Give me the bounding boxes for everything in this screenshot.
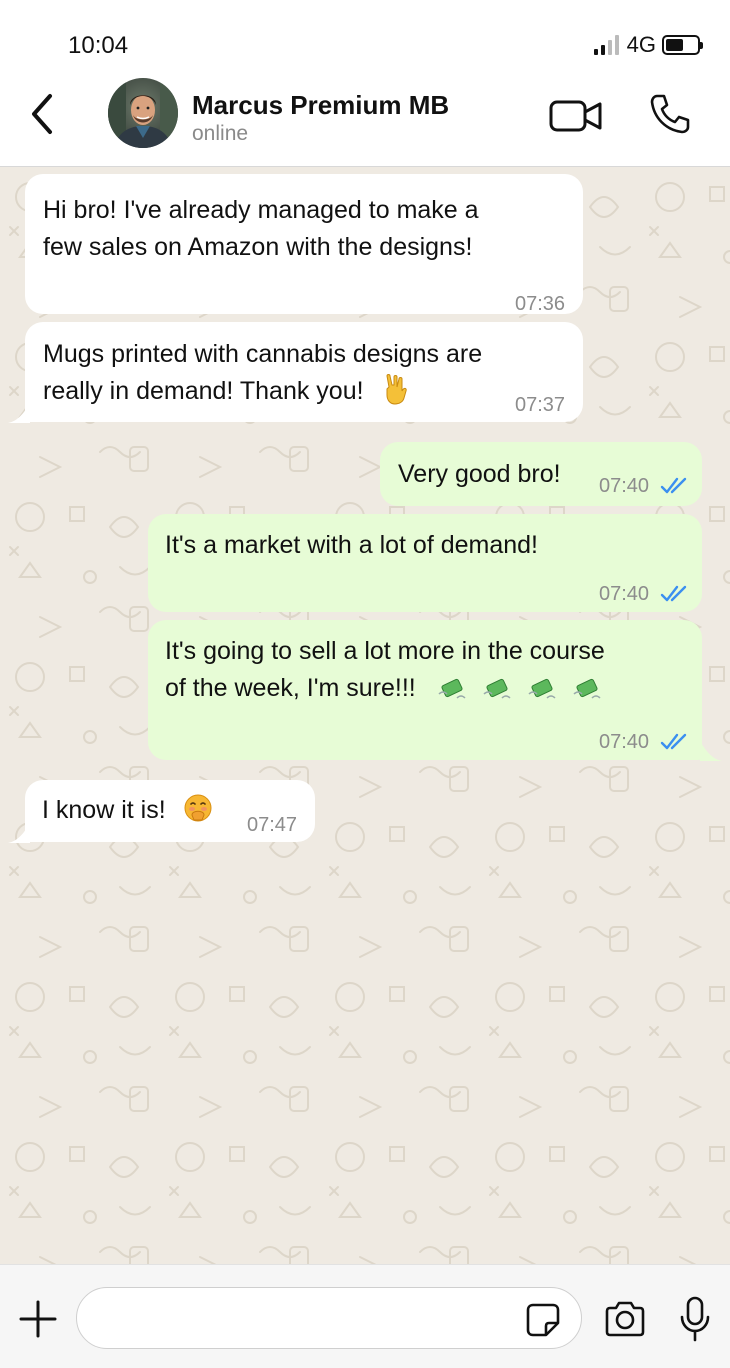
avatar[interactable] xyxy=(108,78,178,148)
message-time: 07:40 xyxy=(599,475,650,497)
status-indicators: 4G xyxy=(593,32,703,58)
money-with-wings-icon xyxy=(528,679,556,699)
message-text: Mugs printed with cannabis designs are r… xyxy=(43,340,483,405)
money-with-wings-icon xyxy=(573,679,601,699)
message-time: 07:40 xyxy=(599,583,650,605)
chat-header: Marcus Premium MB online xyxy=(0,72,730,167)
incoming-message[interactable]: I know it is! 07:47 xyxy=(25,780,315,842)
chat-area[interactable]: Hi bro! I've already managed to make a f… xyxy=(0,167,730,1264)
battery-icon xyxy=(662,35,703,55)
input-bar xyxy=(0,1264,730,1368)
sticker-icon[interactable] xyxy=(525,1302,561,1338)
signal-icon xyxy=(593,35,619,55)
video-camera-icon[interactable] xyxy=(548,96,604,136)
phone-icon[interactable] xyxy=(648,92,692,136)
incoming-message[interactable]: Mugs printed with cannabis designs are r… xyxy=(25,322,583,422)
message-text: Hi bro! I've already managed to make a f… xyxy=(43,196,479,261)
bubble-tail xyxy=(8,403,30,423)
read-receipt-icon xyxy=(660,477,687,494)
message-input[interactable] xyxy=(76,1287,582,1349)
money-with-wings-icon xyxy=(483,679,511,699)
status-time: 10:04 xyxy=(68,32,129,59)
outgoing-message[interactable]: It's going to sell a lot more in the cou… xyxy=(148,620,702,760)
plus-icon[interactable] xyxy=(18,1299,58,1339)
bubble-tail xyxy=(8,823,30,843)
message-time: 07:47 xyxy=(247,814,298,836)
message-time: 07:37 xyxy=(515,394,566,416)
money-with-wings-icon xyxy=(438,679,466,699)
incoming-message[interactable]: Hi bro! I've already managed to make a f… xyxy=(25,174,583,315)
message-time: 07:36 xyxy=(515,293,566,315)
chevron-left-icon[interactable] xyxy=(26,92,58,136)
outgoing-message[interactable]: Very good bro! 07:40 xyxy=(380,442,702,506)
message-text: It's going to sell a lot more in the cou… xyxy=(165,637,605,702)
message-time: 07:40 xyxy=(599,731,650,753)
network-type: 4G xyxy=(626,32,656,57)
money-with-wings-emojis xyxy=(437,674,602,702)
status-bar: 10:04 4G xyxy=(0,0,730,72)
rock-on-hand-icon xyxy=(386,374,407,405)
message-text: It's a market with a lot of demand! xyxy=(165,531,538,559)
hand-over-mouth-face-icon xyxy=(184,794,212,822)
bubble-tail xyxy=(700,741,722,761)
camera-icon[interactable] xyxy=(603,1299,647,1339)
read-receipt-icon xyxy=(660,733,687,750)
outgoing-message[interactable]: It's a market with a lot of demand! 07:4… xyxy=(148,514,702,612)
microphone-icon[interactable] xyxy=(678,1295,712,1343)
contact-status: online xyxy=(192,122,249,145)
contact-name[interactable]: Marcus Premium MB xyxy=(192,90,449,121)
read-receipt-icon xyxy=(660,585,687,602)
